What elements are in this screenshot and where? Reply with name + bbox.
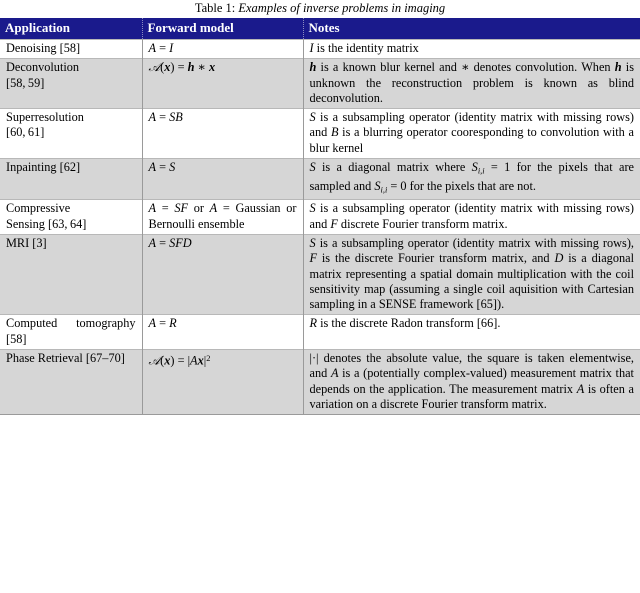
cell-forward-model: A = SFD — [142, 233, 304, 315]
matrix-S: S — [169, 160, 176, 175]
inverse-problems-table: Application Forward model Notes Denoisin… — [0, 18, 640, 415]
symbol-R: R — [309, 316, 318, 331]
table-row: Denoising [58] A = I I is the identity m… — [0, 38, 640, 59]
symbol-D: D — [554, 251, 564, 266]
table-row: Superresolution [60, 61] A = SB S is a su… — [0, 108, 640, 159]
table-row: Inpainting [62] A = S S is a diagonal ma… — [0, 158, 640, 200]
cell-application: Deconvolution [58, 59] — [0, 58, 143, 109]
cell-notes: S is a subsampling operator (identity ma… — [303, 199, 640, 235]
table-row: Computed tomography [58] A = R R is the … — [0, 314, 640, 350]
table-body: Denoising [58] A = I I is the identity m… — [0, 38, 640, 415]
matrix-SFD: SFD — [169, 235, 192, 250]
application-text: Inpainting [62] — [6, 160, 81, 175]
symbol-h2: h — [614, 60, 622, 75]
application-text: MRI [3] — [6, 235, 47, 250]
formula-rhs: I — [169, 41, 174, 55]
cell-forward-model: A = S — [142, 158, 304, 200]
table-row: Compressive Sensing [63, 64] A = SF or A … — [0, 199, 640, 235]
matrix-A: A — [148, 110, 157, 125]
caption-label: Table 1: — [194, 1, 236, 15]
symbol-S: S — [309, 201, 316, 216]
vector-x2: x — [197, 353, 204, 368]
symbol-A2: A — [576, 381, 585, 396]
cell-forward-model: A = I — [142, 38, 304, 59]
header-forward-model: Forward model — [142, 18, 304, 40]
cell-application: Denoising [58] — [0, 38, 143, 59]
symbol-S: S — [309, 160, 316, 175]
cell-forward-model: A = SB — [142, 108, 304, 159]
symbol-h: h — [309, 60, 317, 75]
cell-notes: S is a subsampling operator (identity ma… — [303, 108, 640, 159]
vector-h: h — [187, 60, 195, 75]
cell-notes: I is the identity matrix — [303, 38, 640, 59]
cell-application: Inpainting [62] — [0, 158, 143, 200]
matrix-A: A — [190, 353, 198, 368]
symbol-F: F — [330, 216, 338, 231]
operator-A: 𝒜 — [148, 353, 161, 368]
matrix-SF: SF — [174, 201, 189, 216]
cell-application: Superresolution [60, 61] — [0, 108, 143, 159]
vector-x: x — [164, 60, 171, 75]
vector-x2: x — [208, 60, 216, 75]
cell-application: Phase Retrieval [67–70] — [0, 348, 143, 415]
matrix-A: A — [148, 316, 157, 331]
header-notes: Notes — [303, 18, 640, 40]
cell-notes: S is a subsampling operator (identity ma… — [303, 233, 640, 315]
matrix-R: R — [169, 316, 177, 331]
symbol-S: S — [309, 235, 316, 250]
table-caption: Table 1: Examples of inverse problems in… — [0, 0, 640, 18]
cell-application: MRI [3] — [0, 233, 143, 315]
operator-A: 𝒜 — [148, 60, 161, 75]
table-header: Application Forward model Notes — [0, 18, 640, 40]
vector-x: x — [164, 353, 171, 368]
cell-notes: |·| denotes the absolute value, the squa… — [303, 348, 640, 415]
cell-application: Compressive Sensing [63, 64] — [0, 199, 143, 235]
symbol-Sii: Si,i — [471, 160, 485, 176]
symbol-B: B — [330, 125, 339, 140]
cell-forward-model: A = R — [142, 314, 304, 350]
matrix-A: A — [148, 201, 157, 216]
formula: A — [148, 41, 157, 55]
symbol-I: I — [309, 41, 314, 55]
matrix-A2: A — [209, 201, 218, 216]
table-row: Phase Retrieval [67–70] 𝒜(x) = |Ax|2 |·|… — [0, 348, 640, 415]
symbol-F: F — [309, 251, 318, 266]
symbol-Sii2: Si,i — [374, 178, 388, 195]
header-application: Application — [0, 18, 143, 40]
cell-notes: h is a known blur kernel and ∗ denotes c… — [303, 58, 640, 109]
cell-forward-model: A = SF or A = Gaussian or Bernoulli ense… — [142, 199, 304, 235]
symbol-A: A — [330, 366, 339, 381]
symbol-S: S — [309, 110, 316, 125]
caption-text: Examples of inverse problems in imaging — [238, 1, 446, 15]
matrix-SB: SB — [169, 110, 183, 125]
table-row: Deconvolution [58, 59] 𝒜(x) = h ∗ x h is … — [0, 58, 640, 109]
cell-application: Computed tomography [58] — [0, 314, 143, 350]
matrix-A: A — [148, 235, 157, 250]
header-row: Application Forward model Notes — [0, 18, 640, 40]
cell-forward-model: 𝒜(x) = |Ax|2 — [142, 348, 304, 415]
cell-forward-model: 𝒜(x) = h ∗ x — [142, 58, 304, 109]
application-text: Denoising [58] — [6, 41, 81, 55]
cell-notes: R is the discrete Radon transform [66]. — [303, 314, 640, 350]
table-row: MRI [3] A = SFD S is a subsampling opera… — [0, 233, 640, 315]
cell-notes: S is a diagonal matrix where Si,i = 1 fo… — [303, 158, 640, 200]
matrix-A: A — [148, 160, 157, 175]
